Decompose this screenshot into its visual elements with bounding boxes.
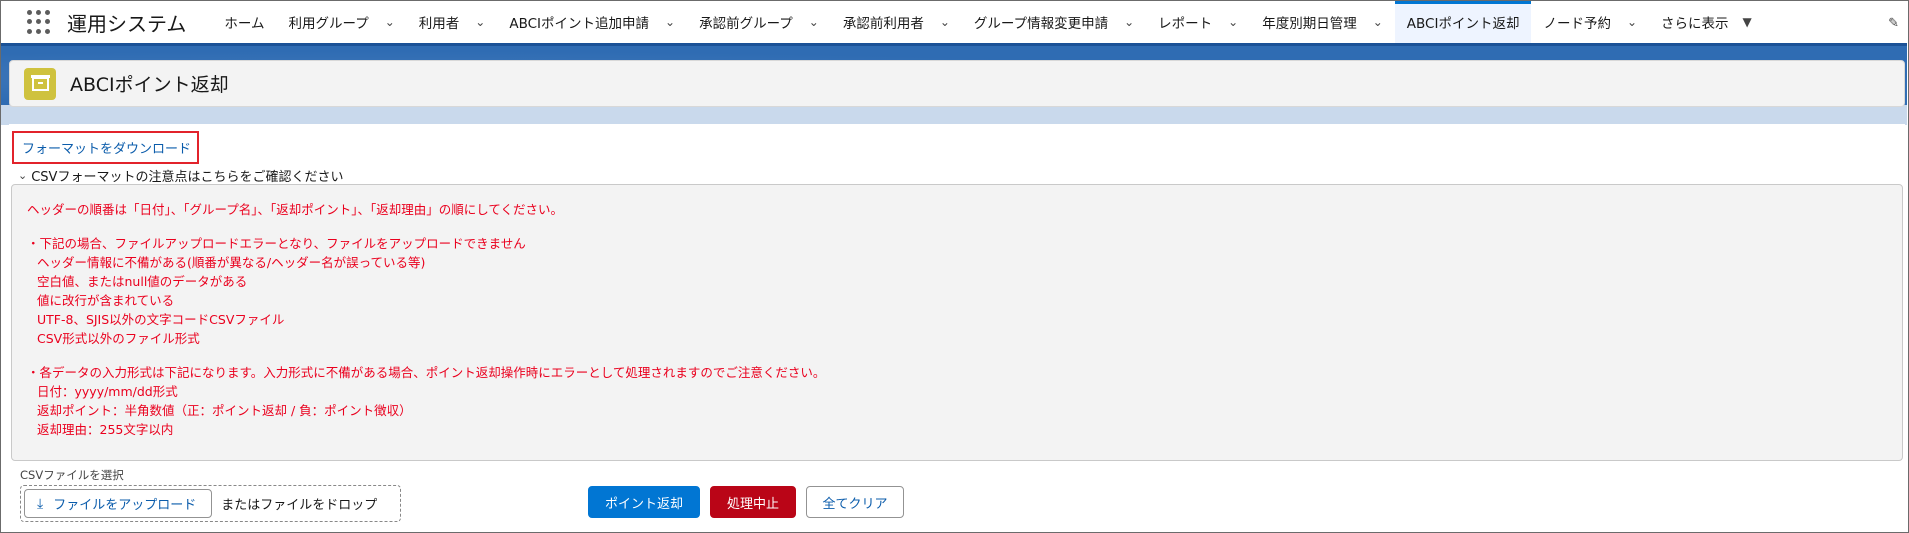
accordion-label: CSVフォーマットの注意点はこちらをご確認ください bbox=[31, 170, 344, 185]
input-format-title: ・各データの入力形式は下記になります。入力形式に不備がある場合、ポイント返却操作… bbox=[27, 365, 826, 380]
error-conditions-title: ・下記の場合、ファイルアップロードエラーとなり、ファイルをアップロードできません bbox=[27, 236, 526, 251]
nav-tabs: ホーム 利用グループ ⌄ 利用者 ⌄ ABCIポイント追加申請 ⌄ 承認前グループ ⌄ … bbox=[212, 1, 1763, 43]
abort-button[interactable]: 処理中止 bbox=[710, 486, 796, 518]
nav-tab-fiscal-deadlines[interactable]: 年度別期日管理 ⌄ bbox=[1250, 1, 1395, 43]
drop-hint: またはファイルをドロップ bbox=[221, 498, 378, 513]
chevron-down-icon[interactable]: ⌄ bbox=[1373, 15, 1383, 29]
error-condition-item: 値に改行が含まれている bbox=[37, 293, 175, 308]
chevron-down-icon[interactable]: ⌄ bbox=[1627, 15, 1637, 29]
chevron-down-icon: ⌄ bbox=[18, 169, 28, 182]
global-nav: 運用システム ホーム 利用グループ ⌄ 利用者 ⌄ ABCIポイント追加申請 ⌄ 承認… bbox=[1, 1, 1907, 46]
archive-icon bbox=[24, 67, 56, 100]
nav-tab-label: ノード予約 bbox=[1543, 16, 1611, 32]
csv-file-label: CSVファイルを選択 bbox=[20, 468, 124, 482]
edit-nav-icon[interactable]: ✎ bbox=[1888, 16, 1899, 31]
nav-tab-label: ABCIポイント返却 bbox=[1406, 16, 1520, 32]
input-format-item: 返却理由：255文字以内 bbox=[37, 422, 174, 437]
upload-file-button[interactable]: ⤓ ファイルをアップロード bbox=[24, 489, 213, 518]
chevron-down-icon[interactable]: ⌄ bbox=[809, 15, 819, 29]
download-format-link[interactable]: フォーマットをダウンロード bbox=[12, 131, 199, 164]
nav-tab-label: 利用者 bbox=[418, 16, 460, 32]
caret-down-icon: ▼ bbox=[1742, 15, 1752, 29]
nav-tab-pending-users[interactable]: 承認前利用者 ⌄ bbox=[831, 1, 962, 43]
nav-more-label: さらに表示 bbox=[1661, 16, 1729, 32]
nav-tab-point-add-request[interactable]: ABCIポイント追加申請 ⌄ bbox=[497, 1, 687, 43]
file-dropzone[interactable]: ⤓ ファイルをアップロード またはファイルをドロップ bbox=[20, 485, 401, 522]
header-order-note: ヘッダーの順番は「日付」、「グループ名」、「返却ポイント」、「返却理由」の順にし… bbox=[27, 202, 564, 217]
error-condition-item: 空白値、またはnull値のデータがある bbox=[37, 274, 248, 289]
nav-tab-label: レポート bbox=[1158, 16, 1213, 32]
nav-tab-label: ホーム bbox=[224, 16, 265, 32]
nav-tab-point-return[interactable]: ABCIポイント返却 bbox=[1394, 1, 1532, 43]
error-condition-item: ヘッダー情報に不備がある(順番が異なる/ヘッダー名が誤っている等) bbox=[37, 255, 426, 270]
nav-tab-users[interactable]: 利用者 ⌄ bbox=[407, 1, 498, 43]
error-condition-item: CSV形式以外のファイル形式 bbox=[37, 331, 200, 346]
chevron-down-icon[interactable]: ⌄ bbox=[1124, 15, 1134, 29]
nav-tab-node-reservation[interactable]: ノード予約 ⌄ bbox=[1531, 1, 1649, 43]
nav-tab-group-change-request[interactable]: グループ情報変更申請 ⌄ bbox=[962, 1, 1146, 43]
chevron-down-icon[interactable]: ⌄ bbox=[1228, 15, 1238, 29]
nav-tab-label: 承認前グループ bbox=[699, 16, 793, 32]
upload-icon: ⤓ bbox=[37, 495, 44, 512]
nav-tab-pending-groups[interactable]: 承認前グループ ⌄ bbox=[687, 1, 831, 43]
chevron-down-icon[interactable]: ⌄ bbox=[475, 15, 485, 29]
nav-more-button[interactable]: さらに表示 ▼ bbox=[1649, 1, 1764, 43]
nav-tab-groups[interactable]: 利用グループ ⌄ bbox=[277, 1, 407, 43]
header-background-lower bbox=[1, 105, 1907, 125]
clear-all-button[interactable]: 全てクリア bbox=[806, 486, 904, 518]
nav-tab-reports[interactable]: レポート ⌄ bbox=[1146, 1, 1250, 43]
error-condition-item: UTF-8、SJIS以外の文字コードCSVファイル bbox=[37, 312, 285, 327]
nav-tab-label: ABCIポイント追加申請 bbox=[509, 16, 650, 32]
nav-tab-label: 年度別期日管理 bbox=[1262, 16, 1357, 32]
csv-notes-accordion[interactable]: ⌄ CSVフォーマットの注意点はこちらをご確認ください bbox=[18, 166, 343, 185]
input-format-item: 返却ポイント：半角数値（正：ポイント返却 / 負：ポイント徴収） bbox=[37, 403, 412, 418]
upload-button-label: ファイルをアップロード bbox=[53, 498, 197, 513]
nav-tab-label: グループ情報変更申請 bbox=[973, 16, 1109, 32]
chevron-down-icon[interactable]: ⌄ bbox=[665, 15, 675, 29]
app-name: 運用システム bbox=[67, 11, 187, 36]
csv-notes-box: ヘッダーの順番は「日付」、「グループ名」、「返却ポイント」、「返却理由」の順にし… bbox=[11, 184, 1903, 461]
return-points-button[interactable]: ポイント返却 bbox=[588, 486, 700, 518]
page-header: ABCIポイント返却 bbox=[9, 60, 1905, 107]
input-format-item: 日付：yyyy/mm/dd形式 bbox=[37, 384, 178, 399]
app-launcher-icon[interactable] bbox=[27, 10, 51, 34]
chevron-down-icon[interactable]: ⌄ bbox=[940, 15, 950, 29]
nav-tab-label: 利用グループ bbox=[288, 16, 369, 32]
chevron-down-icon[interactable]: ⌄ bbox=[385, 15, 395, 29]
nav-tab-home[interactable]: ホーム bbox=[212, 1, 276, 43]
nav-tab-label: 承認前利用者 bbox=[842, 16, 924, 32]
page-title: ABCIポイント返却 bbox=[70, 74, 229, 96]
